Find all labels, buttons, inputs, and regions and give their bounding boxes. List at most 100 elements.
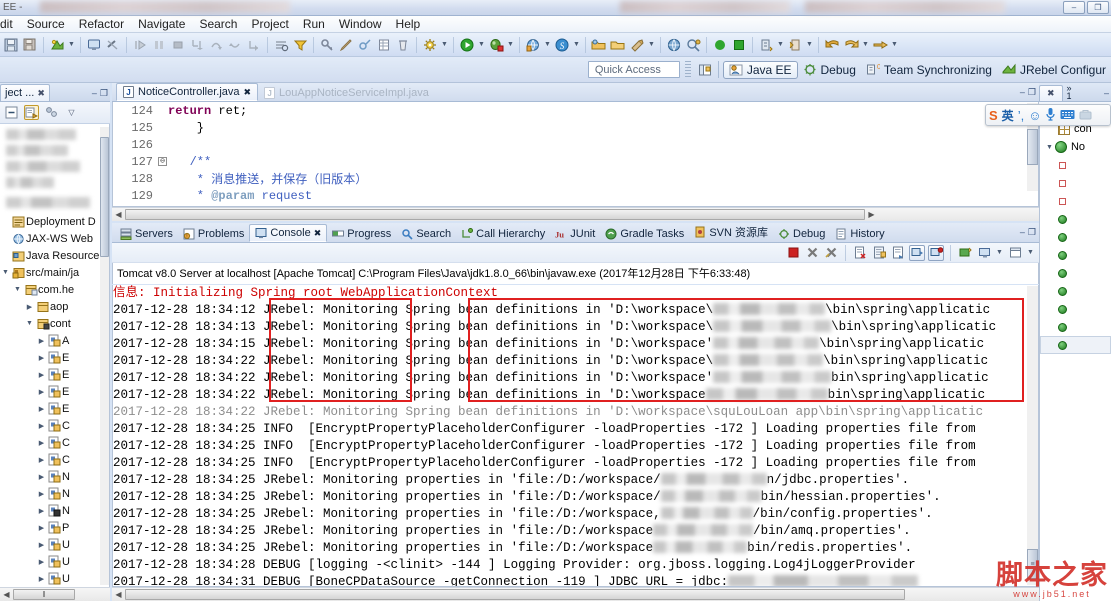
terminate-icon[interactable] [169, 35, 187, 55]
maximize-icon[interactable]: ❐ [1028, 227, 1036, 238]
menu-item-source[interactable]: Source [20, 16, 72, 32]
outline-item-field[interactable] [1040, 174, 1111, 192]
globe-icon[interactable] [665, 35, 683, 55]
tree-expander[interactable]: ▶ [36, 541, 47, 549]
scrollbar-thumb[interactable]: ‖ [13, 589, 75, 600]
console-horizontal-scrollbar[interactable]: ◀ [112, 587, 1039, 601]
console-vertical-scrollbar[interactable]: ≡ [1027, 286, 1038, 585]
delete-icon[interactable] [394, 35, 412, 55]
menu-item-help[interactable]: Help [389, 16, 428, 32]
tab-project-explorer[interactable]: ject ... ✖ [0, 84, 50, 101]
open-resource-icon[interactable] [609, 35, 627, 55]
project-explorer-view-controls[interactable]: – ❐ [92, 88, 108, 99]
remove-launch-icon[interactable] [804, 245, 820, 261]
menu-item-navigate[interactable]: Navigate [131, 16, 192, 32]
tree-expander[interactable]: ▶ [36, 354, 47, 362]
fold-collapse-icon[interactable]: ⊖ [158, 157, 167, 166]
tree-expander[interactable]: ▼ [1046, 144, 1053, 151]
forward-dropdown-icon[interactable]: ▼ [861, 35, 870, 55]
tree-item-java-file[interactable]: ▶ C [0, 417, 109, 434]
tab-progress[interactable]: Progress [327, 226, 396, 242]
scrollbar-thumb[interactable] [1027, 129, 1038, 166]
tab-search[interactable]: Search [396, 226, 456, 242]
tree-item-java-file[interactable]: ▶ N [0, 485, 109, 502]
word-wrap-icon[interactable] [890, 245, 906, 261]
profile-icon[interactable] [684, 35, 702, 55]
tree-item-java-file[interactable]: ▶ E [0, 349, 109, 366]
outline-item-class[interactable]: ▼ No [1040, 138, 1111, 156]
close-icon[interactable]: ✖ [37, 88, 45, 99]
console-view-controls[interactable]: – ❐ [1020, 227, 1036, 238]
tab-gradle-tasks[interactable]: Gradle Tasks [600, 226, 689, 242]
microphone-icon[interactable] [1045, 107, 1056, 124]
comma-icon[interactable]: ’, [1018, 108, 1025, 123]
scrollbar-thumb[interactable] [125, 209, 865, 220]
tree-expander[interactable]: ▶ [36, 388, 47, 396]
tree-expander[interactable]: ▶ [36, 490, 47, 498]
tab-servers[interactable]: Servers [115, 226, 178, 242]
step-into-icon[interactable] [188, 35, 206, 55]
console-toolbar[interactable]: ▼ ▼ [112, 243, 1039, 263]
tree-item-deployment-descriptor[interactable]: Deployment D [0, 213, 109, 230]
outline-item-method[interactable] [1040, 318, 1111, 336]
pencil-icon[interactable] [337, 35, 355, 55]
close-icon[interactable]: ✖ [314, 228, 322, 239]
resume-icon[interactable] [131, 35, 149, 55]
next-dropdown-icon[interactable]: ▼ [890, 35, 899, 55]
filter-icon[interactable] [291, 35, 309, 55]
tree-item-package-controller[interactable]: ▼ cont [0, 315, 109, 332]
outline-item-method[interactable] [1040, 228, 1111, 246]
tree-item-src-main-java[interactable]: ▼ src/main/ja [0, 264, 109, 281]
maximize-button[interactable]: ❐ [1087, 1, 1109, 14]
menu-bar[interactable]: dit Source Refactor Navigate Search Proj… [0, 16, 1111, 33]
menu-item-edit[interactable]: dit [0, 16, 20, 32]
tree-expander[interactable]: ▶ [36, 473, 47, 481]
tree-expander[interactable]: ▶ [36, 524, 47, 532]
outline-close-icon[interactable]: ✖ [1047, 88, 1055, 99]
open-console-dropdown-icon[interactable]: ▼ [1026, 243, 1035, 263]
close-icon[interactable]: ✖ [244, 87, 252, 98]
editor-tab-louapp-notice-service-impl[interactable]: J LouAppNoticeServiceImpl.java [258, 85, 435, 101]
outline-item-method[interactable] [1040, 246, 1111, 264]
tab-console[interactable]: Console ✖ [249, 224, 328, 242]
tab-debug[interactable]: Debug [773, 226, 830, 242]
view-overflow-button[interactable]: » 1 [1063, 83, 1076, 101]
minimize-icon[interactable]: – [1104, 88, 1109, 98]
minimize-button[interactable]: – [1063, 1, 1085, 14]
tree-expander[interactable]: ▼ [24, 320, 35, 327]
scroll-lock-icon[interactable] [871, 245, 887, 261]
tree-item-java-file[interactable]: ▶ U [0, 570, 109, 587]
suspend-icon[interactable] [150, 35, 168, 55]
menu-item-search[interactable]: Search [192, 16, 244, 32]
back-icon[interactable] [823, 35, 841, 55]
table-icon[interactable] [375, 35, 393, 55]
search-dropdown-icon[interactable]: ▼ [572, 35, 581, 55]
tree-item-java-file[interactable]: ▶ C [0, 451, 109, 468]
minimize-icon[interactable]: – [1020, 227, 1025, 238]
tab-svn-repository[interactable]: SVN 资源库 [689, 222, 773, 242]
tree-expander[interactable]: ▶ [36, 337, 47, 345]
tab-call-hierarchy[interactable]: Call Hierarchy [456, 226, 550, 242]
main-toolbar[interactable]: ▼ ▼ ▼ ▼ ▼ S ▼ ▼ ▼ ▼ ▼ ▼ [0, 33, 1111, 57]
toolbar-drag-handle[interactable] [684, 60, 691, 79]
tree-item-java-file[interactable]: ▶ P [0, 519, 109, 536]
menu-item-refactor[interactable]: Refactor [72, 16, 131, 32]
tree-item-java-file[interactable]: ▶ N [0, 468, 109, 485]
record-icon[interactable] [711, 35, 729, 55]
tree-expander[interactable]: ▶ [36, 371, 47, 379]
ime-mode-button[interactable]: 英 [1002, 107, 1014, 124]
tree-item-java-resources[interactable]: Java Resource [0, 247, 109, 264]
editor-tab-notice-controller[interactable]: J NoticeController.java ✖ [116, 83, 259, 101]
tree-expander[interactable]: ▼ [0, 269, 11, 276]
scrollbar-thumb[interactable]: ≡ [1027, 549, 1038, 579]
step-return-icon[interactable] [226, 35, 244, 55]
tree-item-package-aop[interactable]: ▶ aop [0, 298, 109, 315]
scroll-right-icon[interactable]: ▶ [865, 210, 878, 219]
debug-icon[interactable] [487, 35, 505, 55]
external-tools-dropdown-icon[interactable]: ▼ [543, 35, 552, 55]
window-controls[interactable]: – ❐ [1063, 1, 1109, 14]
tree-expander[interactable]: ▶ [36, 439, 47, 447]
tab-outline[interactable]: ✖ [1039, 85, 1063, 101]
display-selected-console-dropdown-icon[interactable]: ▼ [995, 243, 1004, 263]
show-console-on-error-icon[interactable] [928, 244, 944, 261]
